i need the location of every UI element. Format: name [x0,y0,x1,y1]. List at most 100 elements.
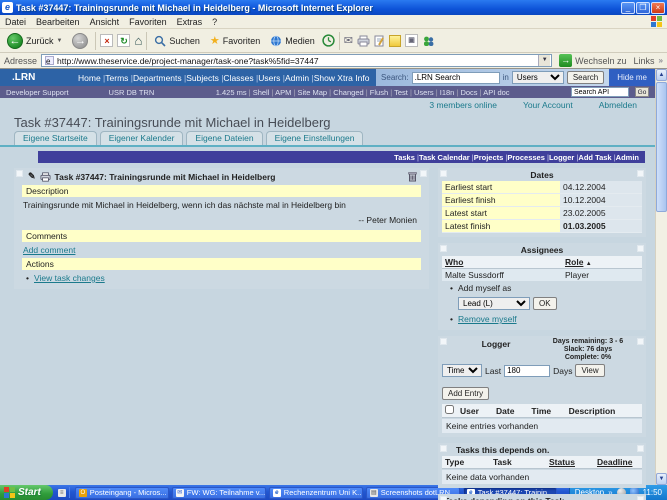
menu-hilfe[interactable]: ? [212,17,217,27]
site-search-input[interactable] [412,72,500,84]
discuss-icon[interactable] [389,35,401,47]
scroll-down-icon[interactable]: ▼ [656,473,667,485]
media-button[interactable]: Medien [267,34,318,48]
quick-launch-icon[interactable]: ≡ [58,489,66,497]
pm-nav-admin[interactable]: Admin [616,153,639,162]
taskbar-button-mail[interactable]: ✉FW: WG: Teilnahme v... [172,487,266,499]
address-bar: Adresse e http://www.theservice.de/proje… [0,53,667,69]
vertical-scrollbar[interactable]: ▲ ▼ [655,69,667,485]
nav-show-xtra-info[interactable]: Show Xtra Info [314,73,370,83]
sort-asc-icon[interactable]: ▲ [586,261,592,267]
api-search-input[interactable] [571,87,629,97]
add-comment-link[interactable]: Add comment [23,245,75,255]
minimize-button[interactable]: _ [621,2,635,14]
print-icon[interactable] [357,35,370,47]
site-search-button[interactable]: Search [567,71,604,84]
search-button[interactable]: Suchen [151,34,203,48]
menu-datei[interactable]: Datei [5,17,26,27]
address-dropdown-icon[interactable]: ▼ [538,55,550,66]
your-account-link[interactable]: Your Account [523,100,573,110]
ok-button[interactable]: OK [533,297,557,310]
dev-test[interactable]: Test [394,88,414,97]
dev-users[interactable]: Users [414,88,440,97]
taskbar-button-outlook[interactable]: OPosteingang - Micros... [75,487,169,499]
tab-eigene-dateien[interactable]: Eigene Dateien [186,131,262,145]
fullscreen-icon[interactable]: ▣ [405,34,418,47]
edit-task-icon[interactable]: ✎ [28,171,36,182]
pm-nav-projects[interactable]: Projects [474,153,508,162]
select-all-checkbox[interactable] [445,405,454,414]
view-button[interactable]: View [575,364,604,377]
search-in-label: in [503,73,509,82]
menu-ansicht[interactable]: Ansicht [90,17,120,27]
restore-button[interactable]: ❐ [636,2,650,14]
nav-users[interactable]: Users [258,73,285,83]
back-button[interactable]: ← Zurück ▼ [4,32,65,50]
logout-link[interactable]: Abmelden [599,100,637,110]
start-button[interactable]: Start [0,485,53,500]
messenger-icon[interactable] [422,35,435,47]
nav-classes[interactable]: Classes [223,73,258,83]
pm-nav-add-task[interactable]: Add Task [578,153,615,162]
last-days-input[interactable] [504,365,550,377]
address-input[interactable]: e http://www.theservice.de/project-manag… [41,54,552,67]
nav-terms[interactable]: Terms [105,73,133,83]
tab-eigener-kalender[interactable]: Eigener Kalender [100,131,184,145]
remove-myself-link[interactable]: Remove myself [458,314,517,324]
nav-home[interactable]: Home [78,73,105,83]
col-status[interactable]: Status [546,456,594,469]
col-deadline[interactable]: Deadline [594,456,642,469]
nav-subjects[interactable]: Subjects [186,73,223,83]
edit-icon[interactable] [374,35,385,47]
api-search-go-button[interactable]: Go [635,87,649,97]
pm-nav-processes[interactable]: Processes [507,153,549,162]
stop-icon[interactable]: × [100,34,113,47]
dev-apm[interactable]: APM [275,88,297,97]
dev-flush[interactable]: Flush [370,88,394,97]
dev-docs[interactable]: Docs [460,88,483,97]
refresh-icon[interactable]: ↻ [117,34,130,47]
taskbar-button-rechenzentrum[interactable]: eRechenzentrum Uni K... [269,487,363,499]
address-url[interactable]: http://www.theservice.de/project-manager… [57,56,535,66]
view-task-changes-link[interactable]: View task changes [34,273,105,283]
home-icon[interactable]: ⌂ [134,34,142,47]
col-who[interactable]: Who [442,256,562,269]
tab-eigene-einstellungen[interactable]: Eigene Einstellungen [266,131,364,145]
scroll-up-icon[interactable]: ▲ [656,69,667,81]
search-scope-select[interactable]: Users [512,71,564,84]
depending-panel: Tasks depending on this Task Type Task S… [438,494,646,500]
dev-apidoc[interactable]: API doc [483,88,509,97]
dev-sitemap[interactable]: Site Map [297,88,333,97]
forward-button[interactable]: → [69,32,91,50]
role-select[interactable]: Lead (L) [458,297,530,310]
history-icon[interactable] [322,34,335,47]
scroll-thumb[interactable] [656,82,667,212]
pm-nav-tasks[interactable]: Tasks [394,153,419,162]
developer-support-label[interactable]: Developer Support [6,88,69,97]
favorites-button[interactable]: ★ Favoriten [207,33,263,48]
nav-admin[interactable]: Admin [285,73,314,83]
pm-nav-task-calendar[interactable]: Task Calendar [419,153,474,162]
nav-departments[interactable]: Departments [133,73,186,83]
mail-icon[interactable]: ✉ [344,34,353,47]
menu-extras[interactable]: Extras [177,17,203,27]
back-dropdown-icon[interactable]: ▼ [57,38,63,44]
dev-i18n[interactable]: I18n [440,88,461,97]
log-unit-select[interactable]: Time [442,364,482,377]
pm-nav-logger[interactable]: Logger [549,153,578,162]
links-label[interactable]: Links [634,56,655,66]
delete-task-icon[interactable] [408,171,417,182]
dev-shell[interactable]: Shell [253,88,275,97]
go-button[interactable]: → Wechseln zu [556,53,629,68]
hide-me-link[interactable]: Hide me [609,69,655,86]
dev-changed[interactable]: Changed [333,88,370,97]
menu-bearbeiten[interactable]: Bearbeiten [36,17,80,27]
print-task-icon[interactable] [40,172,51,182]
col-role[interactable]: Role ▲ [562,256,642,269]
add-entry-button[interactable]: Add Entry [442,387,489,400]
tab-eigene-startseite[interactable]: Eigene Startseite [14,131,97,145]
close-button[interactable]: × [651,2,665,14]
menu-favoriten[interactable]: Favoriten [129,17,167,27]
links-chevron-icon[interactable]: » [659,56,663,65]
lrn-logo[interactable]: .LRN [0,69,78,86]
